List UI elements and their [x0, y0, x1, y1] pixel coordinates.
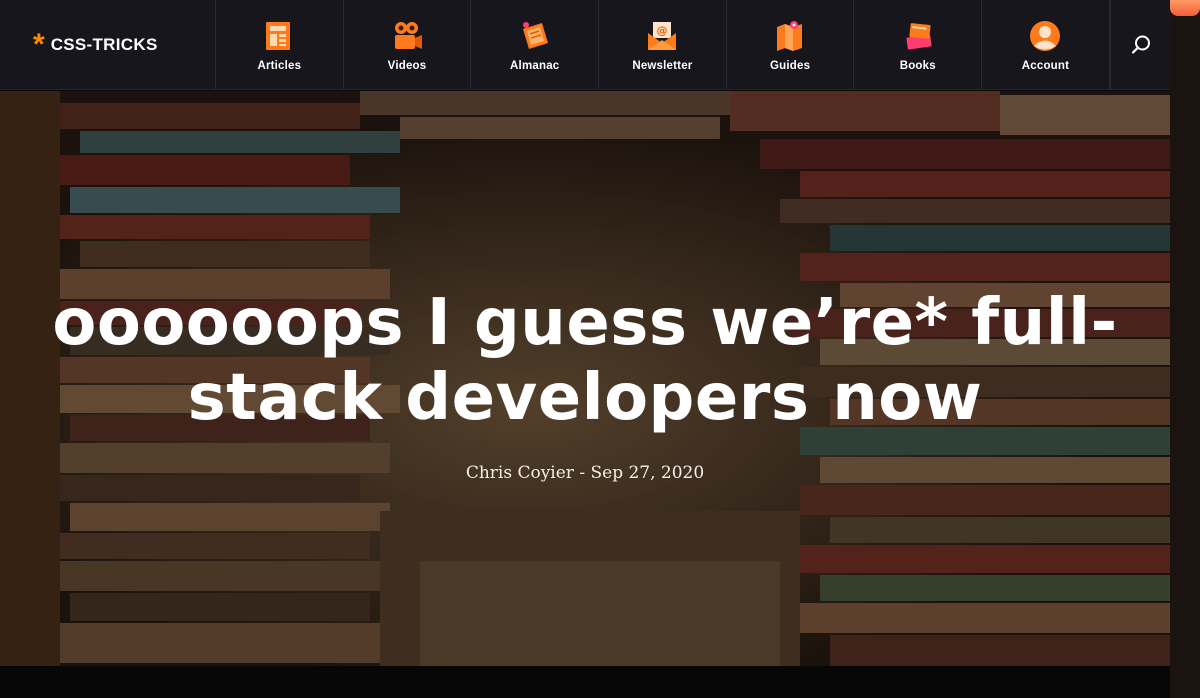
hero-banner: oooooops I guess we’re* full- stack deve… [0, 91, 1170, 666]
search-button[interactable] [1110, 0, 1170, 89]
nav-item-label: Account [1021, 60, 1070, 72]
videos-icon [395, 22, 423, 49]
nav-item-guides[interactable]: Guides [727, 0, 855, 89]
content-edge [0, 666, 1170, 698]
nav-item-label: Almanac [510, 60, 560, 72]
articles-icon [266, 22, 291, 50]
nav-item-label: Articles [257, 60, 302, 72]
guides-icon [777, 21, 803, 51]
nav-item-videos[interactable]: Videos [344, 0, 472, 89]
nav-item-label: Videos [387, 60, 427, 72]
account-icon [1030, 21, 1061, 51]
article-byline: Chris Coyier - Sep 27, 2020 [465, 463, 705, 483]
asterisk-logo-icon: * [33, 27, 45, 61]
almanac-icon [522, 22, 548, 49]
nav-item-almanac[interactable]: Almanac [471, 0, 600, 89]
nav-item-books[interactable]: Books [854, 0, 983, 89]
books-icon [906, 23, 932, 50]
nav-item-label: Newsletter [632, 60, 693, 72]
nav-item-label: Books [899, 60, 936, 72]
nav-item-label: Guides [770, 60, 811, 72]
nav-item-account[interactable]: Account [982, 0, 1110, 89]
article-title[interactable]: oooooops I guess we’re* full- stack deve… [0, 286, 1170, 436]
nav-item-articles[interactable]: Articles [216, 0, 344, 89]
article-title-line-2: stack developers now [187, 361, 983, 435]
site-logo[interactable]: * CSS-TRICKS [0, 0, 216, 89]
nav-item-newsletter[interactable]: @ Newsletter [599, 0, 727, 89]
site-name: CSS-TRICKS [50, 34, 158, 54]
svg-text:@: @ [657, 24, 668, 37]
scroll-indicator[interactable] [1170, 0, 1200, 16]
right-sidebar-strip [1170, 0, 1200, 698]
newsletter-icon: @ [648, 22, 677, 50]
search-icon [1131, 35, 1150, 54]
top-navigation: * CSS-TRICKS Articles Videos Almanac @ N… [0, 0, 1170, 90]
article-title-line-1: oooooops I guess we’re* full- [52, 286, 1118, 360]
